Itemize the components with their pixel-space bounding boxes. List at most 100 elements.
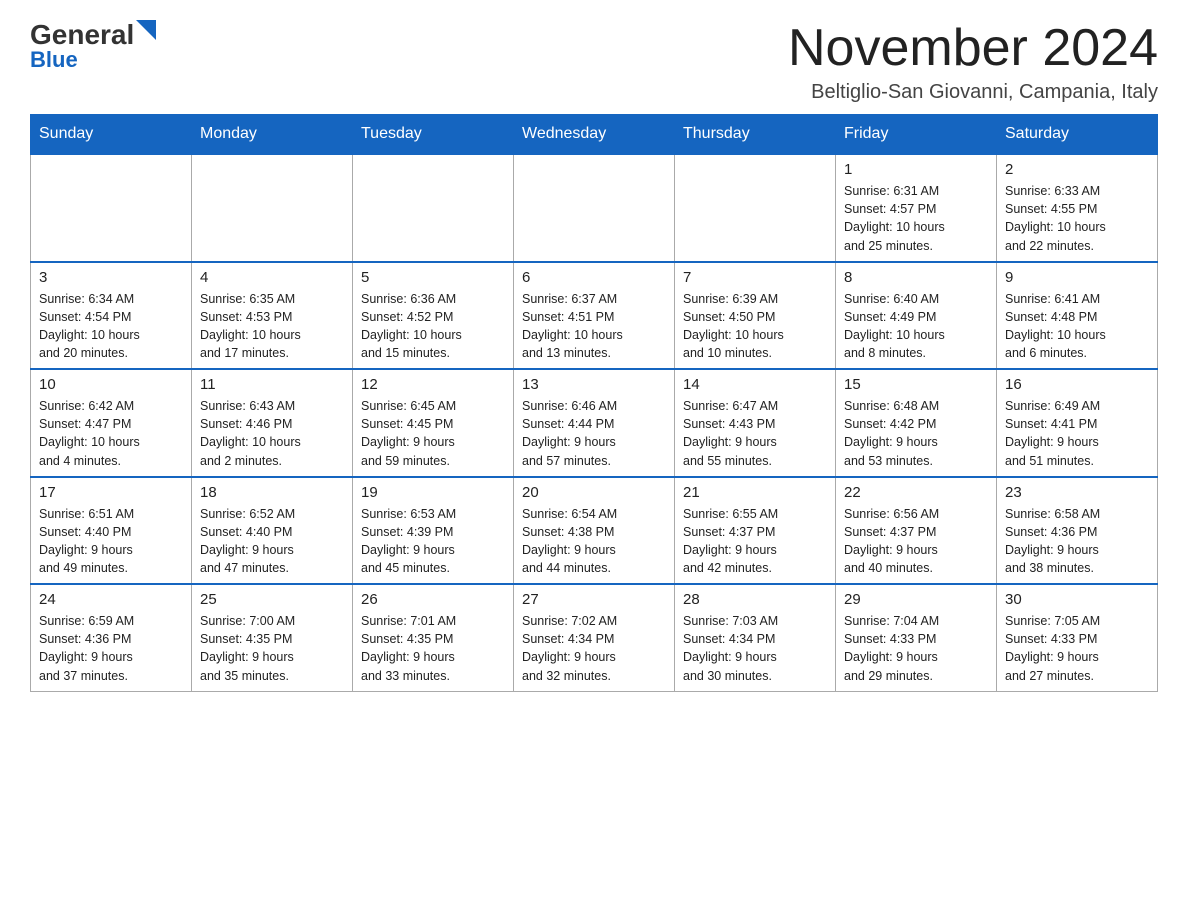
calendar-cell: 6Sunrise: 6:37 AM Sunset: 4:51 PM Daylig… xyxy=(514,262,675,370)
day-number: 27 xyxy=(522,591,666,608)
day-number: 23 xyxy=(1005,484,1149,501)
day-number: 13 xyxy=(522,376,666,393)
calendar-cell: 21Sunrise: 6:55 AM Sunset: 4:37 PM Dayli… xyxy=(675,477,836,585)
col-header-sunday: Sunday xyxy=(31,115,192,155)
calendar-week-row: 17 Sunrise: 6:51 AM Sunset: 4:40 PM Dayli… xyxy=(31,477,1158,585)
calendar-week-row: 10 Sunrise: 6:42 AM Sunset: 4:47 PM Dayli… xyxy=(31,369,1158,477)
title-area: November 2024 Beltiglio-San Giovanni, Ca… xyxy=(788,20,1158,104)
calendar-cell: 30 Sunrise: 7:05 AM Sunset: 4:33 PM Dayli… xyxy=(997,584,1158,691)
logo-blue-text: Blue xyxy=(30,47,78,73)
calendar-cell: 22Sunrise: 6:56 AM Sunset: 4:37 PM Dayli… xyxy=(836,477,997,585)
day-info: Sunrise: 6:35 AM Sunset: 4:53 PM Dayligh… xyxy=(200,290,344,363)
day-number: 18 xyxy=(200,484,344,501)
page-header: General Blue November 2024 Beltiglio-San… xyxy=(30,20,1158,104)
col-header-saturday: Saturday xyxy=(997,115,1158,155)
day-info: Sunrise: 7:05 AM Sunset: 4:33 PM Dayligh… xyxy=(1005,612,1149,685)
calendar-cell: 5 Sunrise: 6:36 AM Sunset: 4:52 PM Daylig… xyxy=(353,262,514,370)
day-info: Sunrise: 6:53 AM Sunset: 4:39 PM Dayligh… xyxy=(361,505,505,578)
day-info: Sunrise: 6:45 AM Sunset: 4:45 PM Dayligh… xyxy=(361,397,505,470)
calendar-cell: 17 Sunrise: 6:51 AM Sunset: 4:40 PM Dayli… xyxy=(31,477,192,585)
calendar-cell: 9 Sunrise: 6:41 AM Sunset: 4:48 PM Daylig… xyxy=(997,262,1158,370)
calendar-week-row: 1 Sunrise: 6:31 AM Sunset: 4:57 PM Daylig… xyxy=(31,154,1158,262)
day-number: 10 xyxy=(39,376,183,393)
calendar-cell: 25 Sunrise: 7:00 AM Sunset: 4:35 PM Dayli… xyxy=(192,584,353,691)
logo-general-text: General xyxy=(30,21,134,49)
day-number: 30 xyxy=(1005,591,1149,608)
day-number: 7 xyxy=(683,269,827,286)
day-info: Sunrise: 7:04 AM Sunset: 4:33 PM Dayligh… xyxy=(844,612,988,685)
calendar-cell: 28Sunrise: 7:03 AM Sunset: 4:34 PM Dayli… xyxy=(675,584,836,691)
day-info: Sunrise: 6:52 AM Sunset: 4:40 PM Dayligh… xyxy=(200,505,344,578)
day-number: 14 xyxy=(683,376,827,393)
day-info: Sunrise: 6:59 AM Sunset: 4:36 PM Dayligh… xyxy=(39,612,183,685)
day-number: 9 xyxy=(1005,269,1149,286)
calendar-cell: 10 Sunrise: 6:42 AM Sunset: 4:47 PM Dayli… xyxy=(31,369,192,477)
calendar-table: SundayMondayTuesdayWednesdayThursdayFrid… xyxy=(30,114,1158,692)
day-number: 16 xyxy=(1005,376,1149,393)
day-info: Sunrise: 7:00 AM Sunset: 4:35 PM Dayligh… xyxy=(200,612,344,685)
day-number: 11 xyxy=(200,376,344,393)
calendar-cell: 19 Sunrise: 6:53 AM Sunset: 4:39 PM Dayli… xyxy=(353,477,514,585)
calendar-cell: 8 Sunrise: 6:40 AM Sunset: 4:49 PM Daylig… xyxy=(836,262,997,370)
calendar-cell xyxy=(675,154,836,262)
day-info: Sunrise: 6:34 AM Sunset: 4:54 PM Dayligh… xyxy=(39,290,183,363)
day-info: Sunrise: 6:42 AM Sunset: 4:47 PM Dayligh… xyxy=(39,397,183,470)
day-number: 24 xyxy=(39,591,183,608)
calendar-week-row: 3 Sunrise: 6:34 AM Sunset: 4:54 PM Daylig… xyxy=(31,262,1158,370)
calendar-cell: 1 Sunrise: 6:31 AM Sunset: 4:57 PM Daylig… xyxy=(836,154,997,262)
calendar-cell: 13 Sunrise: 6:46 AM Sunset: 4:44 PM Dayli… xyxy=(514,369,675,477)
day-number: 20 xyxy=(522,484,666,501)
calendar-cell xyxy=(192,154,353,262)
day-info: Sunrise: 7:02 AM Sunset: 4:34 PM Dayligh… xyxy=(522,612,666,685)
calendar-header-row: SundayMondayTuesdayWednesdayThursdayFrid… xyxy=(31,115,1158,155)
calendar-cell: 16 Sunrise: 6:49 AM Sunset: 4:41 PM Dayli… xyxy=(997,369,1158,477)
day-number: 5 xyxy=(361,269,505,286)
day-info: Sunrise: 6:46 AM Sunset: 4:44 PM Dayligh… xyxy=(522,397,666,470)
day-info: Sunrise: 6:39 AM Sunset: 4:50 PM Dayligh… xyxy=(683,290,827,363)
col-header-thursday: Thursday xyxy=(675,115,836,155)
day-info: Sunrise: 6:51 AM Sunset: 4:40 PM Dayligh… xyxy=(39,505,183,578)
calendar-cell: 29Sunrise: 7:04 AM Sunset: 4:33 PM Dayli… xyxy=(836,584,997,691)
col-header-friday: Friday xyxy=(836,115,997,155)
col-header-tuesday: Tuesday xyxy=(353,115,514,155)
day-number: 4 xyxy=(200,269,344,286)
month-title: November 2024 xyxy=(788,20,1158,77)
calendar-week-row: 24 Sunrise: 6:59 AM Sunset: 4:36 PM Dayli… xyxy=(31,584,1158,691)
calendar-cell xyxy=(514,154,675,262)
day-info: Sunrise: 6:36 AM Sunset: 4:52 PM Dayligh… xyxy=(361,290,505,363)
day-number: 1 xyxy=(844,161,988,178)
day-info: Sunrise: 6:49 AM Sunset: 4:41 PM Dayligh… xyxy=(1005,397,1149,470)
calendar-cell xyxy=(31,154,192,262)
calendar-cell: 15Sunrise: 6:48 AM Sunset: 4:42 PM Dayli… xyxy=(836,369,997,477)
calendar-cell: 23 Sunrise: 6:58 AM Sunset: 4:36 PM Dayli… xyxy=(997,477,1158,585)
calendar-cell: 14 Sunrise: 6:47 AM Sunset: 4:43 PM Dayli… xyxy=(675,369,836,477)
day-number: 25 xyxy=(200,591,344,608)
day-info: Sunrise: 6:33 AM Sunset: 4:55 PM Dayligh… xyxy=(1005,182,1149,255)
logo-triangle-icon xyxy=(136,20,156,40)
col-header-wednesday: Wednesday xyxy=(514,115,675,155)
day-info: Sunrise: 6:41 AM Sunset: 4:48 PM Dayligh… xyxy=(1005,290,1149,363)
day-number: 22 xyxy=(844,484,988,501)
day-number: 3 xyxy=(39,269,183,286)
day-info: Sunrise: 6:58 AM Sunset: 4:36 PM Dayligh… xyxy=(1005,505,1149,578)
calendar-cell: 11 Sunrise: 6:43 AM Sunset: 4:46 PM Dayli… xyxy=(192,369,353,477)
logo: General Blue xyxy=(30,20,156,73)
calendar-cell: 24 Sunrise: 6:59 AM Sunset: 4:36 PM Dayli… xyxy=(31,584,192,691)
day-number: 19 xyxy=(361,484,505,501)
day-number: 8 xyxy=(844,269,988,286)
day-number: 2 xyxy=(1005,161,1149,178)
day-number: 21 xyxy=(683,484,827,501)
day-info: Sunrise: 6:31 AM Sunset: 4:57 PM Dayligh… xyxy=(844,182,988,255)
calendar-cell: 26 Sunrise: 7:01 AM Sunset: 4:35 PM Dayli… xyxy=(353,584,514,691)
day-number: 17 xyxy=(39,484,183,501)
day-number: 26 xyxy=(361,591,505,608)
calendar-cell: 27 Sunrise: 7:02 AM Sunset: 4:34 PM Dayli… xyxy=(514,584,675,691)
day-number: 12 xyxy=(361,376,505,393)
day-number: 28 xyxy=(683,591,827,608)
day-info: Sunrise: 6:43 AM Sunset: 4:46 PM Dayligh… xyxy=(200,397,344,470)
calendar-cell: 2 Sunrise: 6:33 AM Sunset: 4:55 PM Daylig… xyxy=(997,154,1158,262)
day-info: Sunrise: 6:47 AM Sunset: 4:43 PM Dayligh… xyxy=(683,397,827,470)
day-info: Sunrise: 6:40 AM Sunset: 4:49 PM Dayligh… xyxy=(844,290,988,363)
day-info: Sunrise: 7:01 AM Sunset: 4:35 PM Dayligh… xyxy=(361,612,505,685)
day-number: 6 xyxy=(522,269,666,286)
